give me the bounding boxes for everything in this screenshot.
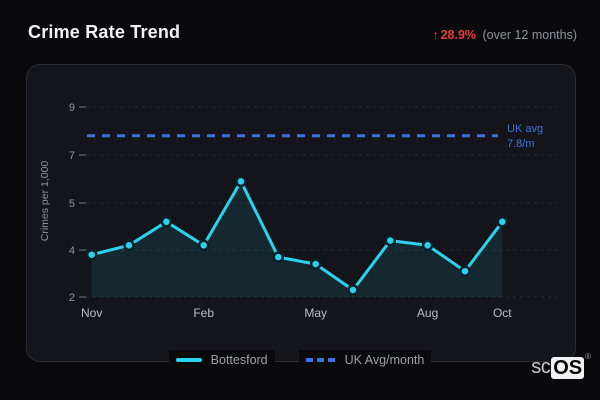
y-tick-label-9: 9 [69,102,75,114]
x-tick-label-oct: Oct [493,306,512,320]
x-tick-label-may: May [304,306,327,320]
data-point-may[interactable] [309,258,322,270]
data-point-apr[interactable] [272,251,285,263]
y-tick-label-5: 5 [69,198,75,210]
y-tick-label-2: 2 [69,292,75,304]
y-tick-label-7: 7 [69,150,75,162]
y-tick-label-4: 4 [69,245,75,257]
trend-period-note: (over 12 months) [482,28,577,42]
legend-item-bottesford[interactable]: Bottesford [168,350,275,370]
legend-label-uk-avg: UK Avg/month [344,353,425,367]
data-point-sep[interactable] [459,265,471,277]
logo-text-prefix: sc [531,356,551,378]
trend-up-arrow-icon: ↑ [432,28,439,42]
data-point-oct[interactable] [496,216,509,228]
chart-card: Crimes per 1,000 UK avg 7.8/m 2 4 5 7 9 Nov Fe… [26,64,576,362]
scos-logo: sc OS ® [531,352,591,379]
data-point-mar[interactable] [235,175,247,188]
trend-stat: ↑ 28.9% (over 12 months) [432,28,577,42]
x-tick-label-nov: Nov [81,306,102,320]
trend-percentage: 28.9% [440,28,477,42]
data-point-dec[interactable] [123,239,135,252]
legend-label-bottesford: Bottesford [210,353,268,367]
data-point-feb[interactable] [197,239,210,252]
chart-legend: Bottesford UK Avg/month [0,350,600,370]
trend-chart-svg: Crimes per 1,000 UK avg 7.8/m 2 4 5 7 9 Nov Fe… [39,102,561,320]
data-point-jan[interactable] [160,216,173,228]
dashed-line-swatch-icon [305,358,336,362]
y-axis-title: Crimes per 1,000 [39,161,51,242]
solid-line-swatch-icon [175,358,202,362]
x-tick-label-feb: Feb [193,306,214,320]
data-point-jun[interactable] [347,284,359,296]
x-tick-label-aug: Aug [417,306,438,320]
uk-avg-annotation-line2: 7.8/m [507,138,535,150]
bottesford-area-fill [91,181,503,297]
legend-item-uk-avg[interactable]: UK Avg/month [298,350,432,370]
registered-trademark-icon: ® [585,352,591,361]
uk-avg-annotation-line1: UK avg [507,123,543,135]
data-point-aug[interactable] [421,239,434,252]
page-title: Crime Rate Trend [28,22,181,42]
logo-text-os: OS [551,356,585,379]
data-point-jul[interactable] [384,234,397,247]
data-point-nov[interactable] [85,248,98,261]
